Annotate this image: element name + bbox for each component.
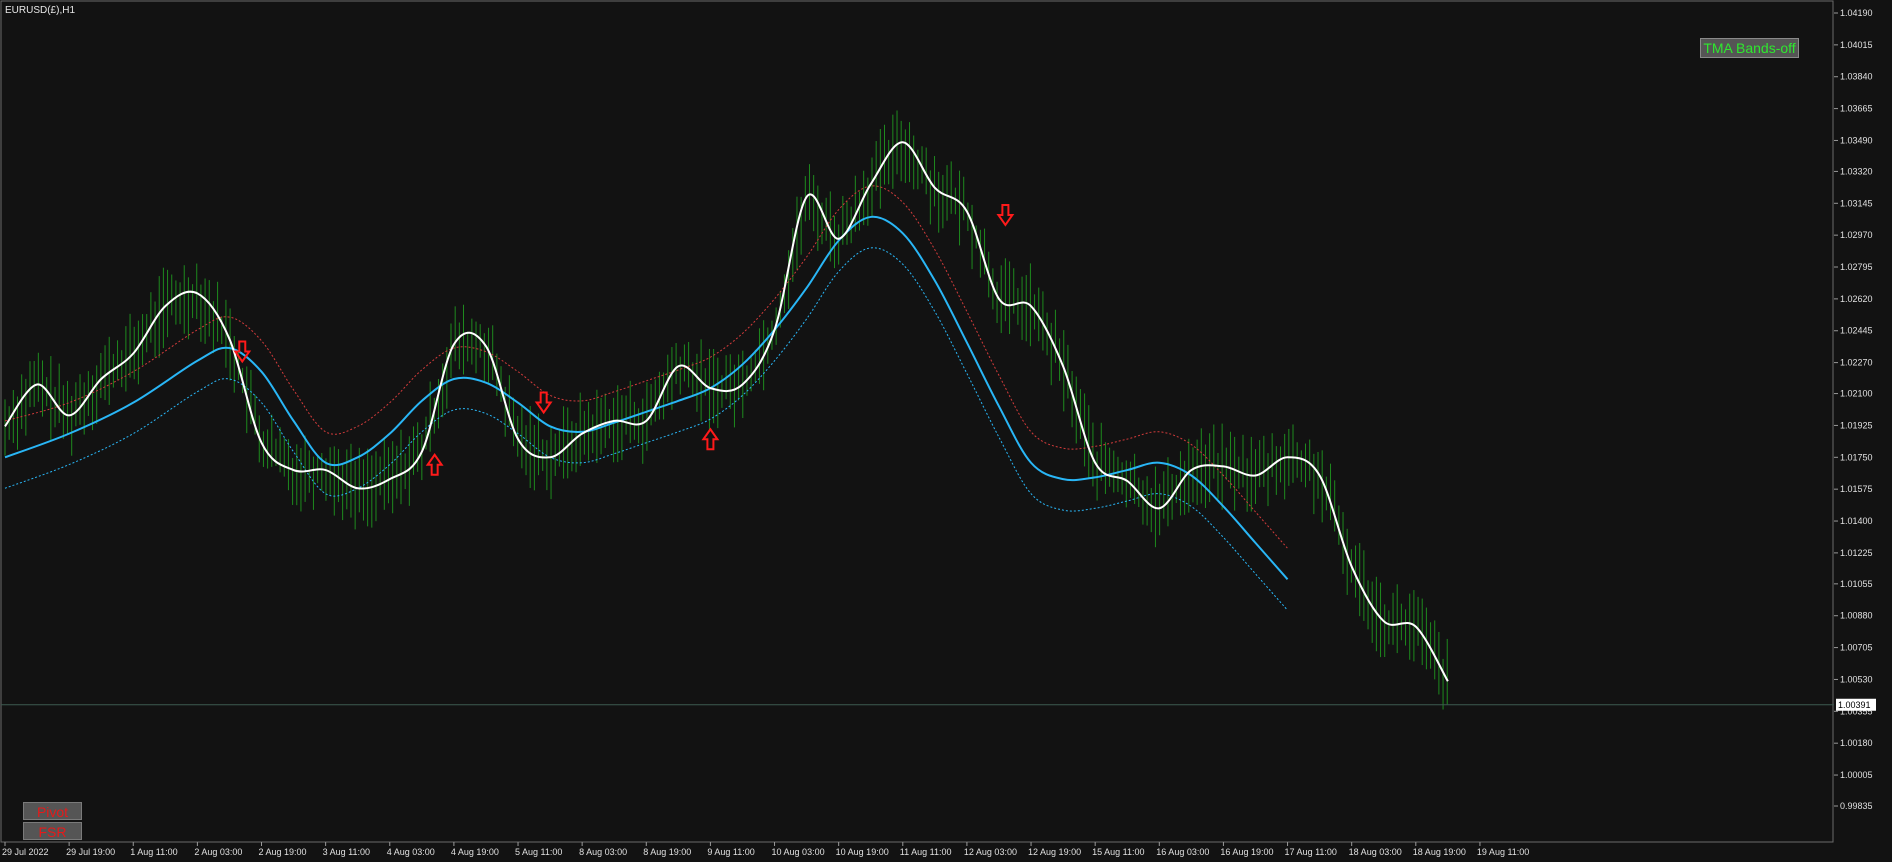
y-tick-label: 1.01925: [1840, 420, 1873, 430]
y-tick-label: 1.02270: [1840, 358, 1873, 368]
x-tick-label: 8 Aug 19:00: [643, 847, 691, 857]
signals: [233, 203, 1015, 476]
x-tick-label: 29 Jul 2022: [2, 847, 49, 857]
y-tick-label: 1.04190: [1840, 8, 1873, 18]
y-tick-label: 0.99835: [1840, 801, 1873, 811]
plot-frame: [0, 0, 1834, 843]
signal-arrow-up: [701, 427, 720, 451]
x-tick-label: 17 Aug 11:00: [1285, 847, 1337, 857]
y-tick-label: 1.02795: [1840, 262, 1873, 272]
y-tick-label: 1.00705: [1840, 643, 1873, 653]
y-tick-label: 1.00530: [1840, 674, 1873, 684]
y-tick-label: 1.02970: [1840, 230, 1873, 240]
current-price-label: 1.00391: [1838, 700, 1871, 710]
x-tick-label: 19 Aug 11:00: [1477, 847, 1529, 857]
pivot-button[interactable]: Pivot: [23, 802, 82, 820]
y-tick-label: 1.03145: [1840, 198, 1873, 208]
signal-arrow-down: [534, 391, 553, 415]
x-tick-label: 10 Aug 03:00: [772, 847, 825, 857]
series-upper-band: [4, 185, 1288, 549]
symbol-label: EURUSD(£),H1: [5, 5, 75, 16]
x-tick-label: 16 Aug 03:00: [1156, 847, 1209, 857]
x-tick-label: 12 Aug 19:00: [1028, 847, 1081, 857]
tma-bands-toggle-button[interactable]: TMA Bands-off: [1700, 38, 1799, 58]
y-tick-label: 1.00180: [1840, 738, 1873, 748]
y-tick-label: 1.04015: [1840, 40, 1873, 50]
x-tick-label: 1 Aug 11:00: [130, 847, 177, 857]
y-tick-label: 1.03320: [1840, 166, 1873, 176]
price-chart[interactable]: EURUSD(£),H1 1.04190 1.04015 1.03840 1.0366…: [0, 0, 1892, 862]
y-tick-label: 1.01750: [1840, 452, 1873, 462]
y-tick-label: 1.02620: [1840, 294, 1873, 304]
x-tick-label: 5 Aug 11:00: [515, 847, 562, 857]
x-tick-label: 8 Aug 03:00: [579, 847, 627, 857]
current-price-marker: 1.00391: [1, 698, 1876, 711]
y-axis: 1.04190 1.04015 1.03840 1.03665 1.03490 1.033…: [1834, 8, 1873, 811]
series-price: [4, 141, 1449, 682]
x-tick-label: 3 Aug 11:00: [323, 847, 370, 857]
y-tick-label: 1.03490: [1840, 135, 1873, 145]
fsr-button[interactable]: FSR: [23, 822, 82, 840]
y-tick-label: 1.00005: [1840, 770, 1873, 780]
x-tick-label: 11 Aug 11:00: [900, 847, 952, 857]
x-tick-label: 4 Aug 03:00: [387, 847, 435, 857]
x-tick-label: 10 Aug 19:00: [836, 847, 889, 857]
y-tick-label: 1.03665: [1840, 104, 1873, 114]
x-tick-label: 16 Aug 19:00: [1220, 847, 1273, 857]
x-tick-label: 18 Aug 19:00: [1413, 847, 1466, 857]
signal-arrow-down: [996, 203, 1015, 227]
candles: [4, 110, 1448, 710]
series-lower-band: [4, 247, 1288, 611]
y-tick-label: 1.02100: [1840, 389, 1873, 399]
x-tick-label: 15 Aug 11:00: [1092, 847, 1144, 857]
y-tick-label: 1.01400: [1840, 516, 1873, 526]
y-tick-label: 1.00880: [1840, 611, 1873, 621]
series-layer: [4, 141, 1449, 682]
x-axis: 29 Jul 2022 29 Jul 19:00 1 Aug 11:00 2 Aug …: [2, 842, 1529, 857]
x-tick-label: 9 Aug 11:00: [707, 847, 754, 857]
x-tick-label: 2 Aug 19:00: [259, 847, 307, 857]
y-tick-label: 1.03840: [1840, 72, 1873, 82]
series-tma-mid: [4, 215, 1289, 580]
signal-arrow-up: [425, 453, 444, 476]
y-tick-label: 1.01225: [1840, 548, 1873, 558]
x-tick-label: 2 Aug 03:00: [194, 847, 242, 857]
x-tick-label: 12 Aug 03:00: [964, 847, 1017, 857]
x-tick-label: 4 Aug 19:00: [451, 847, 499, 857]
x-tick-label: 29 Jul 19:00: [66, 847, 115, 857]
y-tick-label: 1.01575: [1840, 484, 1873, 494]
y-tick-label: 1.02445: [1840, 326, 1873, 336]
x-tick-label: 18 Aug 03:00: [1349, 847, 1402, 857]
y-tick-label: 1.01055: [1840, 579, 1873, 589]
